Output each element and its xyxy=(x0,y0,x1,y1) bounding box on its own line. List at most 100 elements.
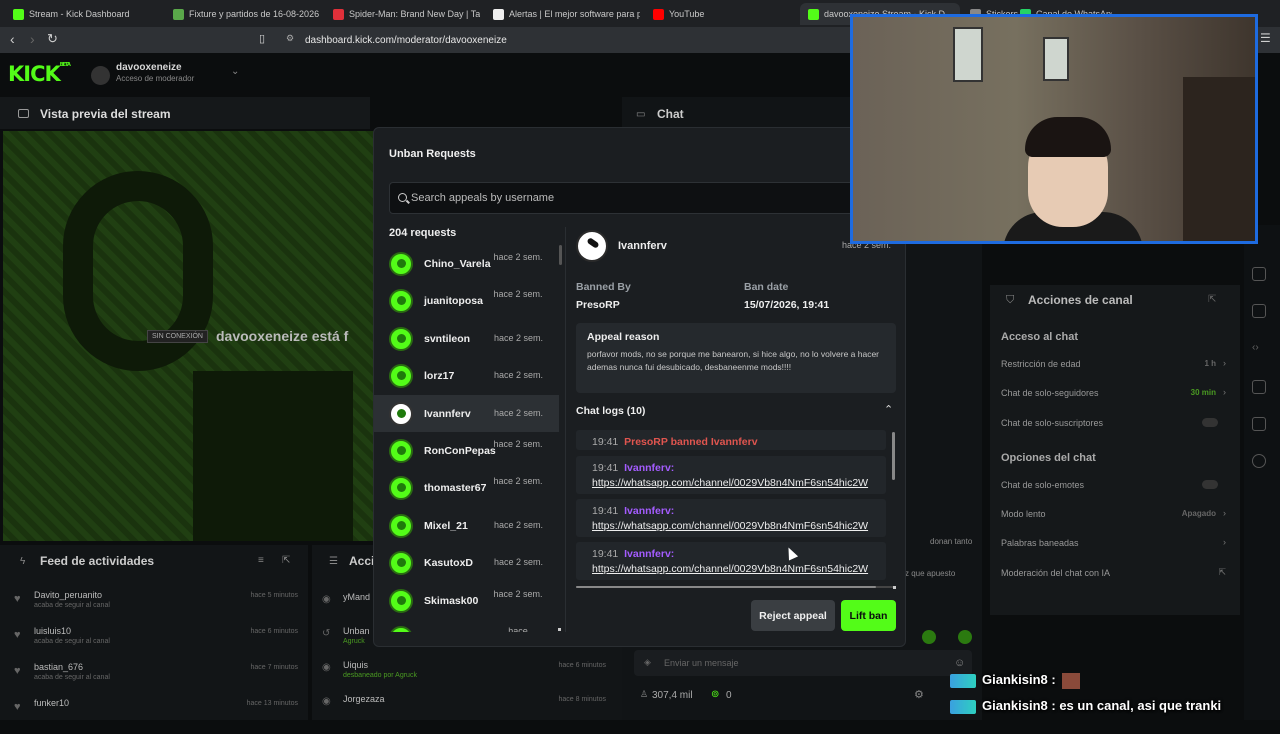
log-link[interactable]: https://whatsapp.com/channel/0029Vb8n4Nm… xyxy=(592,563,886,575)
popout-icon[interactable]: ⇱ xyxy=(282,555,290,566)
action-icon: ↺ xyxy=(322,628,331,639)
actions-feed-title: Acci xyxy=(349,554,375,568)
option-label: Chat de solo-suscriptores xyxy=(1001,418,1104,428)
url-field[interactable]: dashboard.kick.com/moderator/davooxeneiz… xyxy=(305,30,865,50)
gear-icon[interactable]: ⚙ xyxy=(914,688,924,701)
list-icon[interactable] xyxy=(1252,380,1266,394)
ai-moderation-option[interactable]: Moderación del chat con IA ⇱ xyxy=(1001,567,1226,582)
site-info-icon[interactable]: ⚙ xyxy=(286,33,294,44)
request-avatar xyxy=(389,289,413,314)
search-input[interactable] xyxy=(411,190,851,206)
reject-appeal-button[interactable]: Reject appeal xyxy=(751,600,835,631)
shield-icon[interactable]: ◈ xyxy=(644,657,651,668)
chat-message-snippet: z que apuesto xyxy=(905,569,956,578)
option-value: 30 min xyxy=(1190,388,1216,397)
request-item[interactable]: Ivannferv hace 2 sem. xyxy=(374,394,559,432)
slow-mode-option[interactable]: Modo lento Apagado › xyxy=(1001,508,1226,523)
feed-item[interactable]: ♥ luisluis10 acaba de seguir al canal hace … xyxy=(14,626,304,662)
browser-tab[interactable]: Fixture y partidos de 16-08-2026 en xyxy=(165,3,320,25)
kick-logo[interactable]: KICKBETA xyxy=(8,62,71,86)
request-item[interactable]: Mixel_21 hace 2 sem. xyxy=(374,507,559,544)
request-item[interactable]: RonConPepas hace 2 sem. xyxy=(374,432,559,469)
browser-tab[interactable]: YouTube xyxy=(645,3,785,25)
request-time: hace 2 sem. xyxy=(493,519,543,530)
action-user: Unban xyxy=(343,626,370,636)
logs-scrollbar[interactable] xyxy=(892,432,895,480)
logs-hscrollbar-thumb[interactable] xyxy=(576,586,876,588)
puzzle-icon[interactable] xyxy=(1252,454,1266,468)
request-time: hace 2 sem. xyxy=(493,588,543,599)
toggle[interactable] xyxy=(1202,418,1218,427)
request-item[interactable]: KasutoxD hace 2 sem. xyxy=(374,544,559,581)
request-item[interactable]: Skimask00 hace 2 sem. xyxy=(374,582,559,619)
reload-icon[interactable]: ↻ xyxy=(47,31,58,47)
chevron-down-icon[interactable]: ⌄ xyxy=(231,66,239,77)
feed-item[interactable]: ♥ bastian_676 acaba de seguir al canal hace… xyxy=(14,662,304,698)
banned-words-option[interactable]: Palabras baneadas › xyxy=(1001,537,1226,552)
back-icon[interactable]: ‹ xyxy=(10,31,15,47)
wall-poster xyxy=(1043,37,1069,81)
overlay-username: Giankisin8 : xyxy=(982,698,1056,713)
emote-icon[interactable] xyxy=(958,630,972,644)
log-ban-notice: PresoRP banned Ivannferv xyxy=(624,436,758,448)
request-item[interactable]: svntileon hace 2 sem. xyxy=(374,320,559,357)
log-link[interactable]: https://whatsapp.com/channel/0029Vb8n4Nm… xyxy=(592,520,886,532)
request-item[interactable]: juanitoposa hace 2 sem. xyxy=(374,282,559,319)
forward-icon[interactable]: › xyxy=(30,31,35,47)
action-icon: ◉ xyxy=(322,662,331,673)
shield-icon: ⛉ xyxy=(1006,294,1015,306)
feed-item[interactable]: ♥ Davito_peruanito acaba de seguir al cana… xyxy=(14,590,304,626)
smile-icon[interactable]: ☺ xyxy=(954,657,965,669)
tab-title: Alertas | El mejor software para pot xyxy=(509,9,640,19)
tool-icon[interactable] xyxy=(1252,417,1266,431)
chat-logs-list[interactable]: 19:41 PresoRP banned Ivannferv 19:41 Ivan… xyxy=(576,428,894,583)
chat-log-entry: 19:41 PresoRP banned Ivannferv xyxy=(576,430,886,450)
log-time: 19:41 xyxy=(592,436,619,448)
request-item[interactable]: hace xyxy=(374,619,559,632)
action-item[interactable]: ◉ Uiquis desbaneado por Agruck hace 6 minut… xyxy=(322,660,612,696)
menu-icon[interactable]: ☰ xyxy=(1260,31,1271,45)
request-username: Mixel_21 xyxy=(424,519,468,532)
divider xyxy=(565,227,566,632)
request-username: thomaster67 xyxy=(424,482,487,495)
subscribers-only-option[interactable]: Chat de solo-suscriptores xyxy=(1001,418,1226,432)
request-item[interactable]: Chino_Varela hace 2 sem. xyxy=(374,245,559,282)
popout-icon[interactable]: ⇱ xyxy=(1208,294,1216,305)
browser-tab[interactable]: Alertas | El mejor software para pot xyxy=(485,3,640,25)
requests-list[interactable]: Chino_Varela hace 2 sem. juanitoposa hace 2… xyxy=(374,245,560,632)
appeal-text: porfavor mods, no se porque me banearon,… xyxy=(587,349,880,372)
code-icon[interactable]: ‹› xyxy=(1252,342,1266,356)
heart-icon: ♥ xyxy=(14,593,21,605)
offline-badge: SIN CONEXIÓN xyxy=(147,330,208,343)
bookmark-icon[interactable]: ▯ xyxy=(259,32,265,45)
log-link[interactable]: https://whatsapp.com/channel/0029Vb8n4Nm… xyxy=(592,477,886,489)
chevron-right-icon: › xyxy=(1223,358,1226,368)
filter-icon[interactable]: ≡ xyxy=(258,555,264,566)
age-restriction-option[interactable]: Restricción de edad 1 h › xyxy=(1001,358,1226,373)
feed-item[interactable]: ♥ funker10 hace 13 minutos xyxy=(14,698,304,734)
list-scrollbar[interactable] xyxy=(559,245,562,265)
tab-favicon xyxy=(493,8,504,20)
lift-ban-button[interactable]: Lift ban xyxy=(841,600,896,631)
webcam-overlay xyxy=(850,14,1258,244)
browser-tab[interactable]: Spider-Man: Brand New Day | Tame xyxy=(325,3,480,25)
kick-coin-icon: ⊚ xyxy=(711,689,720,700)
request-item[interactable]: lorz17 hace 2 sem. xyxy=(374,357,559,394)
feed-action: acaba de seguir al canal xyxy=(34,638,110,645)
channel-name[interactable]: davooxeneize xyxy=(116,62,182,73)
followers-only-option[interactable]: Chat de solo-seguidores 30 min › xyxy=(1001,387,1226,402)
toggle[interactable] xyxy=(1202,480,1218,489)
grid-icon[interactable] xyxy=(1252,267,1266,281)
right-rail xyxy=(1244,225,1280,720)
chat-log-entry: 19:41 Ivannferv: https://whatsapp.com/cha… xyxy=(576,542,886,580)
emote-icon[interactable] xyxy=(922,630,936,644)
chevron-up-icon[interactable]: ⌃ xyxy=(884,403,893,416)
action-item[interactable]: ◉ Jorgezaza hace 8 minutos xyxy=(322,694,612,730)
emotes-only-option[interactable]: Chat de solo-emotes xyxy=(1001,480,1226,494)
request-avatar xyxy=(389,439,413,463)
browser-tab[interactable]: Stream - Kick Dashboard xyxy=(5,3,155,25)
wall-poster xyxy=(953,27,983,82)
chevron-right-icon: › xyxy=(1223,537,1226,547)
request-item[interactable]: thomaster67 hace 2 sem. xyxy=(374,469,559,506)
chat-icon[interactable] xyxy=(1252,304,1266,318)
